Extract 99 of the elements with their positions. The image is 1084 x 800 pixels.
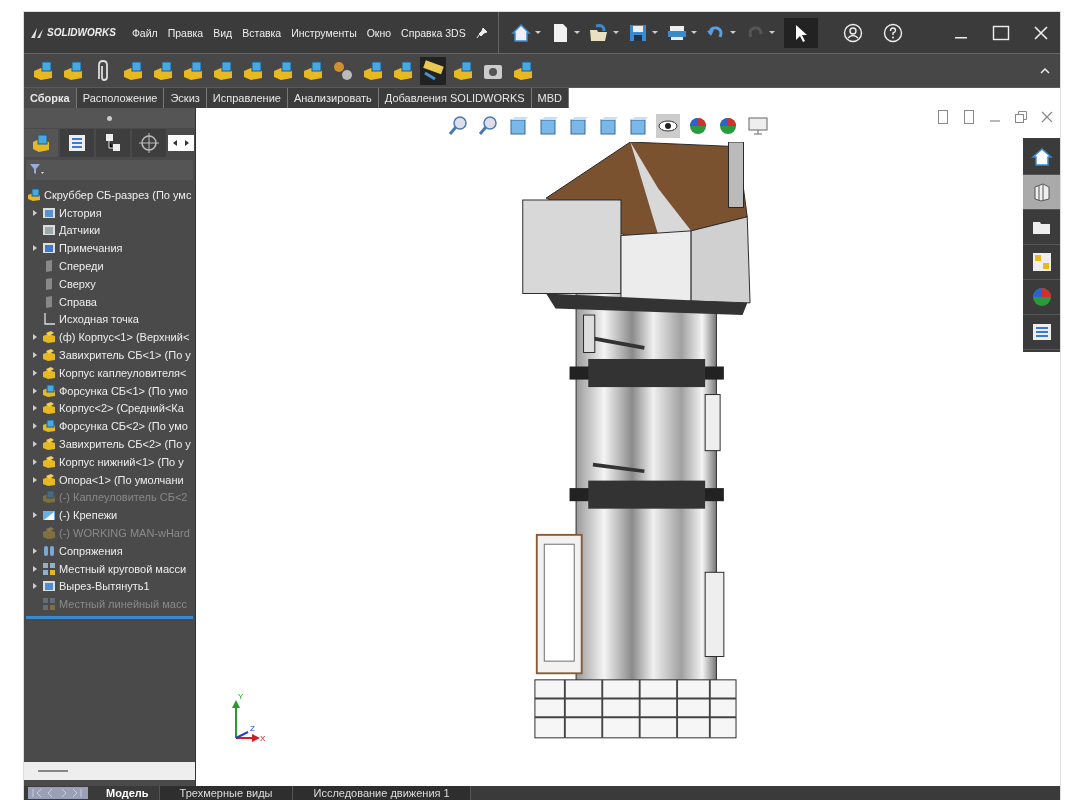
menu-item[interactable]: Окно (366, 26, 392, 39)
select-button[interactable] (783, 17, 818, 48)
expand-arrow-icon[interactable] (32, 208, 38, 217)
tree-item[interactable]: Примечания (59, 242, 123, 255)
command-tab[interactable]: Анализировать (287, 88, 379, 108)
tree-item[interactable]: Вырез-Вытянуть1 (59, 580, 150, 593)
assembly-icon[interactable] (511, 58, 535, 83)
filter-icon (30, 164, 44, 176)
dimxpert-tab[interactable] (132, 129, 166, 157)
tree-item[interactable]: Местный круговой масси (59, 562, 187, 575)
tree-item[interactable]: Корпус каплеуловителя< (59, 366, 187, 379)
close-icon[interactable] (1040, 110, 1054, 124)
pin-icon[interactable] (475, 26, 488, 39)
feature-manager-tab[interactable] (24, 129, 58, 157)
view-tab[interactable]: Исследование движения 1 (293, 786, 471, 800)
part-icon (42, 348, 56, 363)
part-icon (42, 401, 56, 416)
part-icon (42, 472, 56, 487)
rollback-bar[interactable] (26, 616, 193, 620)
view-tab[interactable]: Трехмерные виды (159, 786, 294, 800)
command-tab[interactable]: Сборка (24, 88, 77, 108)
tree-item[interactable]: Форсунка СБ<1> (По умо (59, 384, 188, 397)
tree-item[interactable]: Скруббер СБ-разрез (По умс (44, 188, 192, 201)
expand-arrow-icon[interactable] (32, 511, 38, 520)
tab-scroll-arrows-icon[interactable] (168, 135, 194, 151)
tree-item[interactable]: Форсунка СБ<2> (По умо (59, 420, 188, 433)
filter-field[interactable] (26, 160, 193, 180)
axis-label: Z (250, 724, 255, 733)
axis-label: Y (238, 692, 244, 701)
tree-item[interactable]: (ф) Корпус<1> (Верхний< (59, 331, 190, 344)
command-tab[interactable]: Исправление (206, 88, 288, 108)
tree-item[interactable]: Завихритель СБ<1> (По у (59, 349, 191, 362)
edit-appearance-icon[interactable] (687, 115, 709, 137)
part-icon (42, 437, 56, 452)
command-tab[interactable]: Эскиз (164, 88, 207, 108)
feature-manager-icon[interactable] (30, 132, 52, 154)
panel-grip-icon[interactable] (107, 115, 112, 121)
property-manager-icon[interactable] (66, 132, 88, 154)
tree-item[interactable]: Корпус<2> (Средний<Ка (59, 402, 184, 415)
caret-icon[interactable] (729, 31, 736, 34)
part-icon (42, 365, 56, 380)
assembly-icon (27, 187, 41, 202)
menu-item[interactable]: Вставка (242, 26, 282, 39)
tree-item[interactable]: (-) Крепежи (59, 509, 118, 522)
tree-item[interactable]: Исходная точка (59, 313, 139, 326)
mates-icon (42, 543, 56, 558)
home-icon[interactable] (1030, 146, 1053, 168)
scrollbar-thumb[interactable] (38, 770, 68, 772)
configuration-manager-tab[interactable] (96, 129, 130, 157)
part-icon (42, 526, 56, 541)
collapse-caret-icon[interactable] (1040, 66, 1050, 75)
restore-icon[interactable] (1014, 110, 1028, 124)
tree-item[interactable]: Сопряжения (59, 544, 123, 557)
command-tab[interactable]: Расположение (76, 88, 165, 108)
menu-item[interactable]: Инструменты (291, 26, 357, 39)
assembly-icon (42, 419, 56, 434)
tile-right-icon[interactable] (962, 110, 976, 124)
folder-icon (42, 508, 56, 523)
tree-item[interactable]: Справа (59, 295, 97, 308)
tree-item[interactable]: Завихритель СБ<2> (По у (59, 438, 191, 451)
tree-item[interactable]: Опора<1> (По умолчани (59, 473, 184, 486)
tree-item[interactable]: Корпус нижний<1> (По у (59, 455, 184, 468)
caret-icon[interactable] (573, 31, 580, 34)
caret-icon[interactable] (534, 31, 541, 34)
scene-icon[interactable] (717, 115, 739, 137)
app-logo: SOLIDWORKS (47, 27, 116, 38)
open-folder-icon[interactable] (587, 21, 610, 44)
zoom-area-icon[interactable] (477, 115, 499, 137)
view-palette-icon[interactable] (1030, 251, 1053, 273)
menu-item[interactable]: Файл (131, 26, 158, 39)
caret-icon[interactable] (651, 31, 658, 34)
dimxpert-icon[interactable] (138, 132, 160, 154)
axis-label: X (260, 734, 266, 743)
command-tab[interactable]: MBD (531, 88, 570, 108)
assembly-icon (42, 383, 56, 398)
appearance-icon[interactable] (1030, 286, 1053, 308)
part-icon (42, 330, 56, 345)
tile-left-icon[interactable] (936, 110, 950, 124)
command-tab[interactable]: Добавления SOLIDWORKS (378, 88, 532, 108)
tree-item[interactable]: Сверху (59, 277, 96, 290)
home-icon[interactable] (509, 21, 532, 44)
menu-item[interactable]: Вид (213, 26, 233, 39)
assembly-icon[interactable] (31, 58, 55, 83)
tree-item[interactable]: Датчики (59, 224, 101, 237)
property-manager-tab[interactable] (60, 129, 94, 157)
menu-item[interactable]: Справка 3DS (401, 26, 466, 39)
caret-icon[interactable] (612, 31, 619, 34)
origin-icon (42, 312, 56, 327)
caret-icon[interactable] (690, 31, 697, 34)
part-icon (42, 454, 56, 469)
tree-item[interactable]: Спереди (59, 260, 104, 273)
graphics-area[interactable]: Y X Z (196, 108, 1060, 786)
tree-item[interactable]: История (59, 206, 102, 219)
assembly-icon (42, 490, 56, 505)
custom-properties-icon[interactable] (1030, 321, 1053, 343)
menu-item[interactable]: Правка (167, 26, 204, 39)
expand-arrow-icon[interactable] (32, 244, 38, 253)
caret-icon[interactable] (768, 31, 775, 34)
zoom-fit-icon[interactable] (447, 115, 469, 137)
